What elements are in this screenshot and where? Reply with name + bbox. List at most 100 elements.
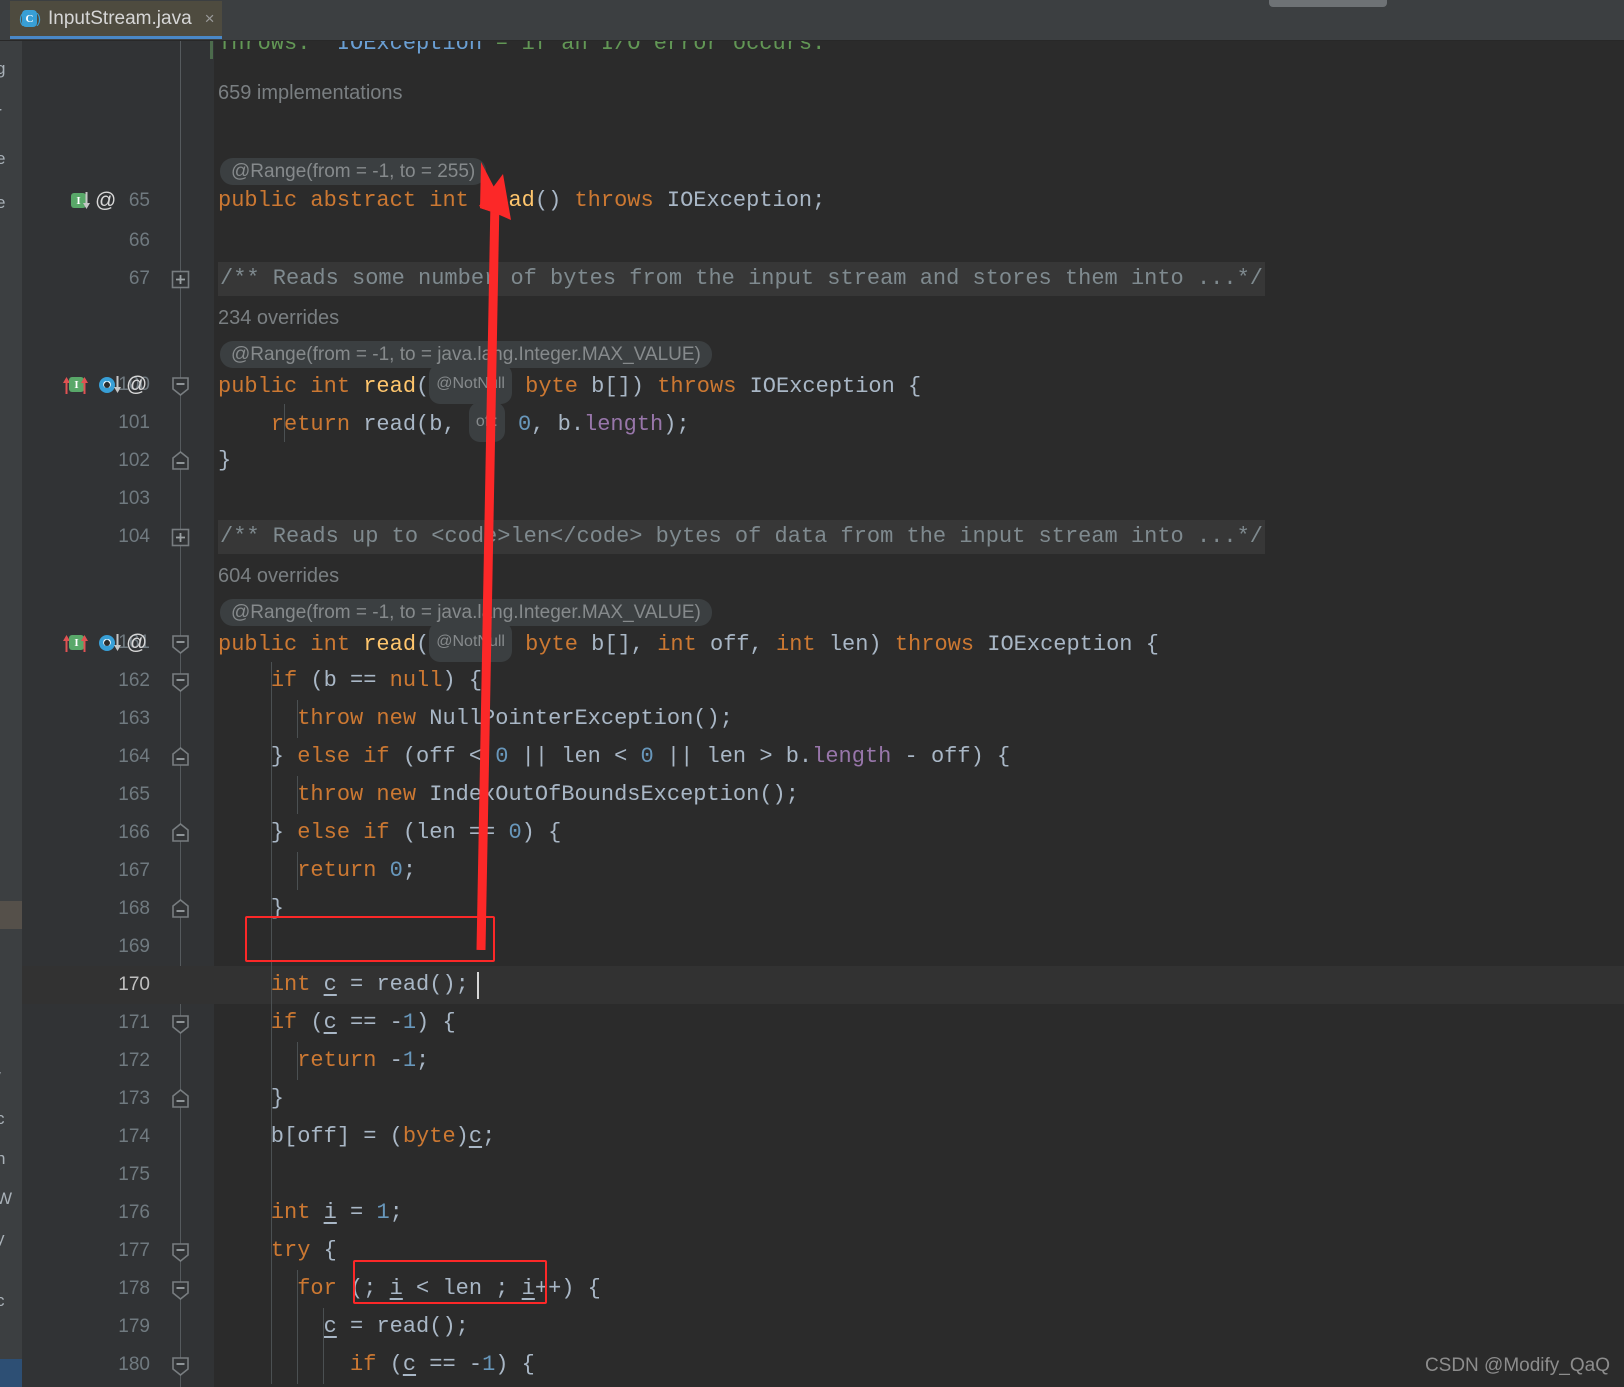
folded-javadoc-104[interactable]: /** Reads up to <code>len</code> bytes o… xyxy=(218,520,1265,554)
code-line-161: public int read(@NotNull byte b[], int o… xyxy=(218,622,1159,662)
line-number: 102 xyxy=(118,450,150,471)
fold-collapse-start-icon[interactable] xyxy=(170,1355,191,1376)
code-editor-area[interactable]: Throws: IOException – if an I/O error oc… xyxy=(22,41,1624,1387)
editor-row-175[interactable]: 175 xyxy=(22,1156,1624,1194)
line-number: 103 xyxy=(118,488,150,509)
editor-row-172[interactable]: 172 return -1; xyxy=(22,1042,1624,1080)
watermark-text: CSDN @Modify_QaQ xyxy=(1424,1355,1610,1376)
editor-row-176[interactable]: 176 int i = 1; xyxy=(22,1194,1624,1232)
fold-collapse-end-icon[interactable] xyxy=(170,899,191,920)
editor-row-161[interactable]: 161 I O @ public int read(@NotNull byte… xyxy=(22,622,1624,662)
indent-guide xyxy=(271,890,272,928)
hint-overrides-234[interactable]: 234 overrides xyxy=(218,299,339,337)
indent-guide xyxy=(271,814,272,852)
arrow-up-icon xyxy=(81,377,88,394)
inlay-notnull-1[interactable]: @NotNull xyxy=(429,364,512,404)
editor-row-163[interactable]: 163 throw new NullPointerException(); xyxy=(22,700,1624,738)
code-line-167: return 0; xyxy=(297,858,417,883)
sidebar-fragment: e xyxy=(0,193,6,212)
implementing-method-icon[interactable]: I xyxy=(60,374,90,396)
editor-tab-label: InputStream.java xyxy=(48,7,192,29)
editor-row-165[interactable]: 165 throw new IndexOutOfBoundsException(… xyxy=(22,776,1624,814)
project-sidebar-clipped[interactable]: g r e e / c h W y c xyxy=(0,41,22,1387)
line-number: 101 xyxy=(118,412,150,433)
editor-row-164[interactable]: 164 } else if (off < 0 || len < 0 || len… xyxy=(22,738,1624,776)
editor-row-66[interactable]: 66 xyxy=(22,222,1624,260)
fold-collapse-start-icon[interactable] xyxy=(170,1241,191,1262)
folded-javadoc-67[interactable]: /** Reads some number of bytes from the … xyxy=(218,262,1265,296)
fold-collapse-start-icon[interactable] xyxy=(170,633,191,654)
fold-expand-icon[interactable] xyxy=(170,527,191,548)
gutter-markers-65[interactable]: I @ xyxy=(62,182,116,220)
fold-collapse-end-icon[interactable] xyxy=(170,747,191,768)
sidebar-fragment: h xyxy=(0,1149,6,1168)
code-line-180: if (c == -1) { xyxy=(350,1352,535,1377)
editor-row-170-current[interactable]: 170 int c = read(); xyxy=(22,966,1624,1004)
line-number: 172 xyxy=(118,1050,150,1071)
editor-row-180[interactable]: 180 if (c == -1) { xyxy=(22,1346,1624,1384)
line-number: 104 xyxy=(118,526,150,547)
code-line-174: b[off] = (byte)c; xyxy=(218,1124,496,1149)
code-line-101: return read(b, off: 0, b.length); xyxy=(218,402,690,442)
indent-guide xyxy=(271,1118,272,1156)
editor-row-179[interactable]: 179 c = read(); xyxy=(22,1308,1624,1346)
editor-row-173[interactable]: 173 } xyxy=(22,1080,1624,1118)
editor-row-168[interactable]: 168 } xyxy=(22,890,1624,928)
fold-collapse-end-icon[interactable] xyxy=(170,451,191,472)
inlay-annotation-range-255[interactable]: @Range(from = -1, to = 255) xyxy=(220,158,487,185)
fold-collapse-start-icon[interactable] xyxy=(170,1279,191,1300)
editor-row-162[interactable]: 162 if (b == null) { xyxy=(22,662,1624,700)
hint-overrides-604[interactable]: 604 overrides xyxy=(218,557,339,595)
editor-row-67[interactable]: 67 /** Reads some number of bytes from t… xyxy=(22,260,1624,298)
editor-row-177[interactable]: 177 try { xyxy=(22,1232,1624,1270)
fold-collapse-end-icon[interactable] xyxy=(170,823,191,844)
overridden-method-icon[interactable]: O xyxy=(93,632,123,654)
toolbar-floating-nub[interactable] xyxy=(1269,0,1387,7)
fold-collapse-start-icon[interactable] xyxy=(170,1013,191,1034)
line-number: 179 xyxy=(118,1316,150,1337)
editor-row-65[interactable]: 65 I @ public abstract int read() throws… xyxy=(22,182,1624,220)
editor-tab-inputstream-java[interactable]: ( C ) InputStream.java × xyxy=(10,1,222,39)
code-line-178: for (; i < len ; i++) { xyxy=(297,1276,601,1301)
gutter-markers-161[interactable]: I O @ xyxy=(60,624,147,662)
editor-row-102[interactable]: 102 } xyxy=(22,442,1624,480)
line-number: 175 xyxy=(118,1164,150,1185)
fold-expand-icon[interactable] xyxy=(170,269,191,290)
editor-row-166[interactable]: 166 } else if (len == 0) { xyxy=(22,814,1624,852)
indent-guide xyxy=(284,404,285,442)
line-number: 177 xyxy=(118,1240,150,1261)
fold-collapse-end-icon[interactable] xyxy=(170,1089,191,1110)
annotation-at-icon[interactable]: @ xyxy=(126,366,147,404)
inlay-notnull-2[interactable]: @NotNull xyxy=(429,622,512,662)
line-number: 166 xyxy=(118,822,150,843)
indent-guide xyxy=(271,700,272,738)
editor-row-174[interactable]: 174 b[off] = (byte)c; xyxy=(22,1118,1624,1156)
editor-row-178[interactable]: 178 for (; i < len ; i++) { xyxy=(22,1270,1624,1308)
hint-implementations-659[interactable]: 659 implementations xyxy=(218,74,403,112)
editor-row-103[interactable]: 103 xyxy=(22,480,1624,518)
editor-row-167[interactable]: 167 return 0; xyxy=(22,852,1624,890)
indent-guide xyxy=(271,662,272,700)
implemented-method-icon[interactable]: I xyxy=(62,190,92,212)
editor-row-101[interactable]: 101 return read(b, off: 0, b.length); xyxy=(22,402,1624,442)
editor-row-171[interactable]: 171 if (c == -1) { xyxy=(22,1004,1624,1042)
implementing-method-icon[interactable]: I xyxy=(60,632,90,654)
inlay-param-off[interactable]: off: xyxy=(468,402,505,442)
editor-row-104[interactable]: 104 /** Reads up to <code>len</code> byt… xyxy=(22,518,1624,556)
overridden-method-icon[interactable]: O xyxy=(93,374,123,396)
close-icon[interactable]: × xyxy=(205,10,215,27)
javadoc-side-bar xyxy=(210,41,213,59)
editor-top-bar xyxy=(0,0,1624,41)
line-number: 178 xyxy=(118,1278,150,1299)
gutter-markers-100[interactable]: I O @ xyxy=(60,366,147,404)
line-number: 180 xyxy=(118,1354,150,1375)
indent-guide xyxy=(271,1004,272,1042)
fold-collapse-start-icon[interactable] xyxy=(170,671,191,692)
annotation-at-icon[interactable]: @ xyxy=(126,624,147,662)
annotation-at-icon[interactable]: @ xyxy=(95,182,116,220)
fold-collapse-start-icon[interactable] xyxy=(170,375,191,396)
editor-row-169[interactable]: 169 xyxy=(22,928,1624,966)
code-line-170: int c = read(); xyxy=(270,972,469,997)
indent-guide xyxy=(271,852,272,890)
editor-row-100[interactable]: 100 I O @ public int read(@NotNull byte… xyxy=(22,364,1624,404)
